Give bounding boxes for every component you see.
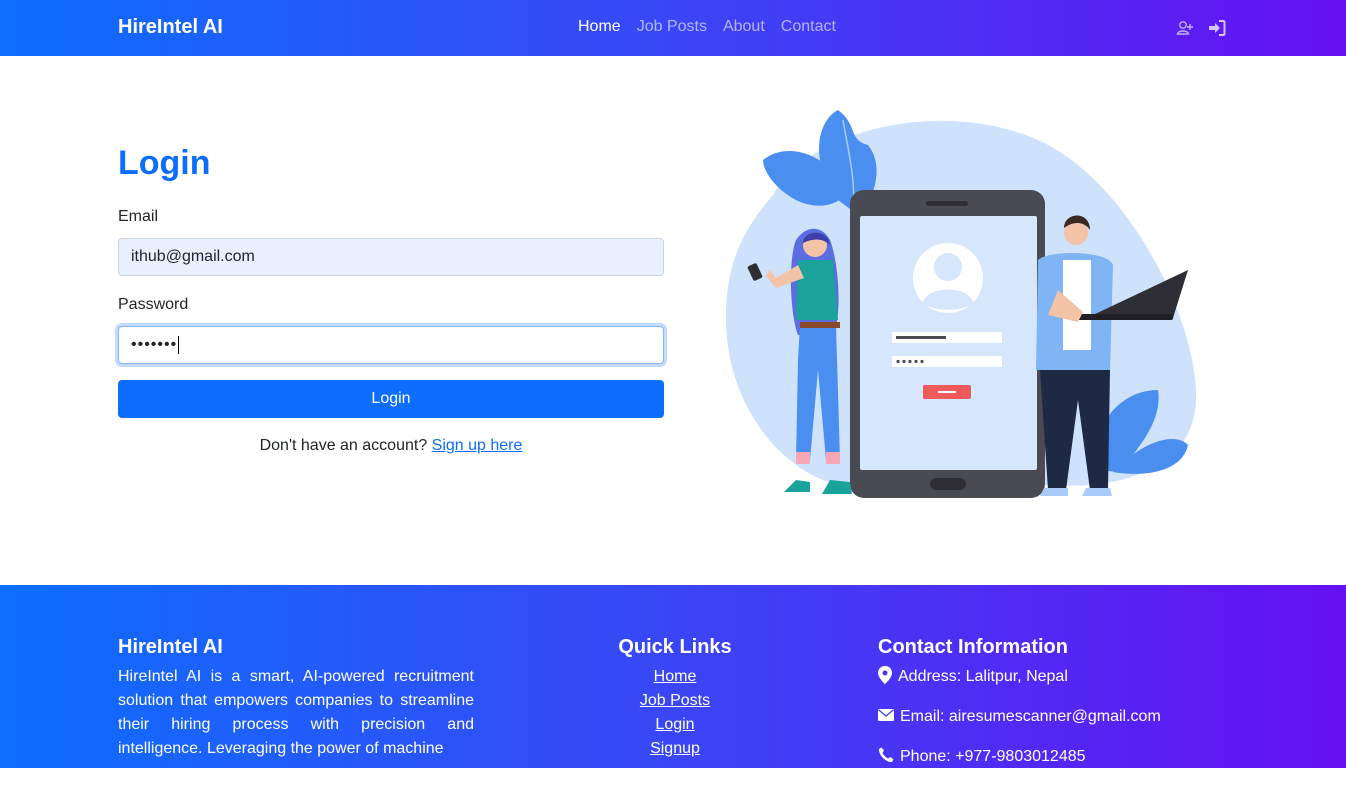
footer-link-home[interactable]: Home	[600, 665, 750, 689]
nav-link-job-posts[interactable]: Job Posts	[637, 18, 707, 36]
nav-links: Home Job Posts About Contact	[578, 18, 836, 36]
password-label: Password	[118, 296, 189, 313]
login-illustration	[718, 100, 1208, 510]
sign-in-icon[interactable]	[1208, 19, 1226, 37]
user-plus-icon[interactable]	[1176, 19, 1194, 37]
page-title: Login	[118, 144, 211, 182]
footer-link-job-posts[interactable]: Job Posts	[600, 689, 750, 713]
password-value: •••••••	[131, 336, 178, 353]
login-form: Login Email ithub@gmail.com Password •••…	[118, 140, 664, 455]
email-value: ithub@gmail.com	[131, 248, 255, 265]
footer-link-login[interactable]: Login	[600, 713, 750, 737]
password-field[interactable]: •••••••	[118, 326, 664, 364]
nav-link-about[interactable]: About	[723, 18, 765, 36]
login-illustration-image	[725, 110, 1197, 498]
footer-quick-links: Quick Links Home Job Posts Login Signup	[600, 635, 750, 761]
footer-phone: Phone: +977-9803012485	[900, 748, 1086, 765]
nav-link-contact[interactable]: Contact	[781, 18, 836, 36]
footer-email-row: Email: airesumescanner@gmail.com	[878, 705, 1208, 729]
footer-about-title: HireIntel AI	[118, 636, 223, 658]
text-caret	[178, 336, 180, 354]
email-label: Email	[118, 208, 159, 225]
navbar: HireIntel AI Home Job Posts About Contac…	[0, 0, 1346, 56]
signup-prompt-row: Don't have an account? Sign up here	[118, 437, 664, 455]
footer-address-row: Address: Lalitpur, Nepal	[878, 665, 1208, 689]
footer-contact-title: Contact Information	[878, 636, 1068, 658]
nav-icons	[1176, 19, 1226, 37]
footer-email: Email: airesumescanner@gmail.com	[900, 708, 1161, 725]
footer: HireIntel AI HireIntel AI is a smart, AI…	[0, 585, 1346, 768]
phone-icon	[878, 747, 900, 768]
footer-link-signup[interactable]: Signup	[600, 737, 750, 761]
map-marker-icon	[878, 665, 898, 689]
email-field[interactable]: ithub@gmail.com	[118, 238, 664, 276]
footer-phone-row: Phone: +977-9803012485	[878, 745, 1208, 769]
footer-links-title: Quick Links	[618, 636, 732, 658]
envelope-icon	[878, 708, 900, 726]
footer-about: HireIntel AI HireIntel AI is a smart, AI…	[118, 635, 474, 761]
footer-about-text: HireIntel AI is a smart, AI-powered recr…	[118, 668, 474, 757]
nav-link-home[interactable]: Home	[578, 18, 621, 36]
footer-address: Address: Lalitpur, Nepal	[898, 668, 1068, 685]
footer-contact: Contact Information Address: Lalitpur, N…	[878, 635, 1208, 785]
login-button[interactable]: Login	[118, 380, 664, 418]
brand-logo[interactable]: HireIntel AI	[118, 16, 223, 39]
signup-link[interactable]: Sign up here	[432, 437, 523, 454]
signup-prompt: Don't have an account?	[259, 437, 428, 454]
